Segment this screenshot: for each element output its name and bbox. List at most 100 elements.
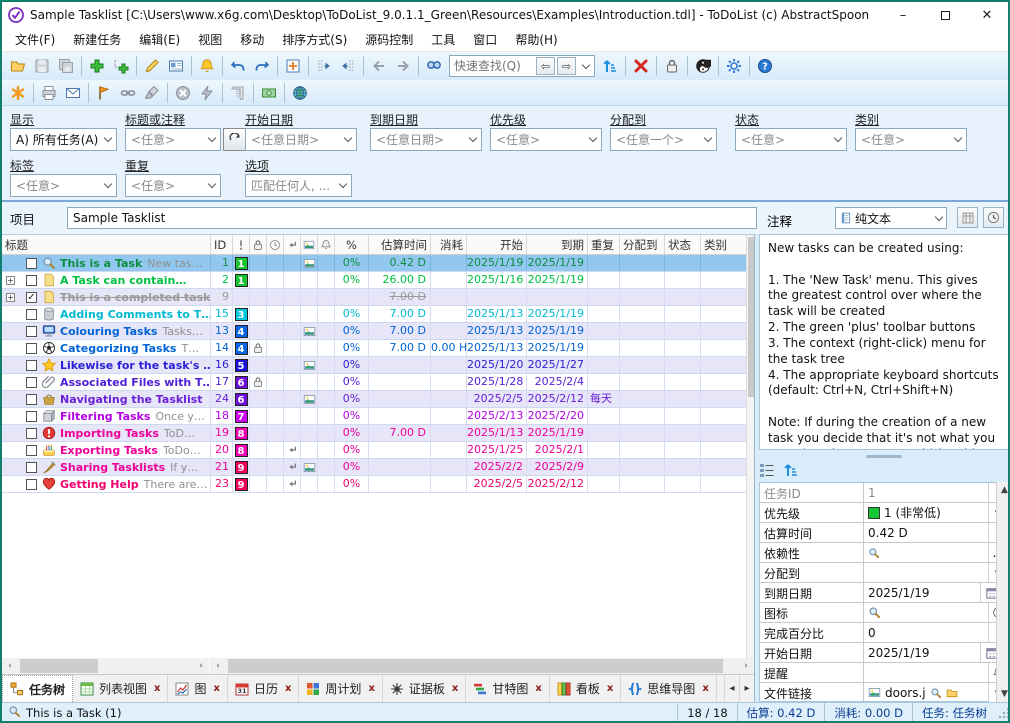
- tab-scroll-right-button[interactable]: ▸: [739, 675, 754, 702]
- task-row[interactable]: Getting HelpThere are…2390%2025/2/52025/…: [2, 476, 754, 493]
- attribute-value[interactable]: 2025/1/19: [864, 583, 980, 602]
- menu-item-2[interactable]: 编辑(E): [130, 28, 189, 51]
- attribute-value[interactable]: [864, 603, 988, 622]
- column-header-id[interactable]: ID: [211, 235, 233, 254]
- scroll-icon[interactable]: [226, 82, 250, 104]
- quickfind-prev-button[interactable]: ⇦: [536, 57, 555, 75]
- save-all-icon[interactable]: [54, 55, 78, 77]
- column-header-title[interactable]: 标题: [2, 235, 211, 254]
- task-checkbox[interactable]: [26, 275, 37, 286]
- menu-item-0[interactable]: 文件(F): [6, 28, 64, 51]
- attribute-value[interactable]: [864, 663, 988, 682]
- task-row[interactable]: This is a TaskNew tas…110%0.42 D2025/1/1…: [2, 255, 754, 272]
- menu-item-5[interactable]: 排序方式(S): [273, 28, 356, 51]
- column-header-start[interactable]: 开始: [467, 235, 527, 254]
- task-row[interactable]: Exporting TasksToDo…2080%2025/1/252025/2…: [2, 442, 754, 459]
- table-vertical-scrollbar[interactable]: [746, 235, 754, 658]
- task-checkbox[interactable]: [26, 258, 37, 269]
- task-row[interactable]: Categorizing TasksT…1440%7.00 D0.00 H202…: [2, 340, 754, 357]
- view-tab-列表视图[interactable]: 列表视图x: [73, 675, 168, 702]
- task-attributes-icon[interactable]: [164, 55, 188, 77]
- task-row[interactable]: Adding Comments to T…1530%7.00 D2025/1/1…: [2, 306, 754, 323]
- menu-item-8[interactable]: 窗口: [464, 28, 506, 51]
- attribute-value[interactable]: 1 (非常低): [864, 503, 988, 522]
- save-icon[interactable]: [30, 55, 54, 77]
- column-header-clock-icon[interactable]: [267, 235, 284, 254]
- tab-scroll-left-button[interactable]: ◂: [724, 675, 739, 702]
- view-tab-甘特图[interactable]: 甘特图x: [466, 675, 549, 702]
- attribute-value[interactable]: [864, 543, 988, 562]
- tree-expand-icon[interactable]: +: [6, 293, 15, 302]
- view-tab-周计划[interactable]: 周计划x: [299, 675, 382, 702]
- reminder-icon[interactable]: [195, 55, 219, 77]
- task-checkbox[interactable]: [26, 309, 37, 320]
- task-checkbox[interactable]: [26, 479, 37, 490]
- project-input[interactable]: Sample Tasklist: [67, 207, 757, 229]
- column-header-estimate[interactable]: 估算时间: [369, 235, 431, 254]
- resize-grip[interactable]: [998, 707, 1010, 719]
- filter-combo-分配到[interactable]: <任意一个>: [610, 128, 717, 151]
- preferences-icon[interactable]: [722, 55, 746, 77]
- quickfind-dropdown-button[interactable]: [578, 65, 594, 68]
- task-checkbox[interactable]: [26, 428, 37, 439]
- link-icon[interactable]: [116, 82, 140, 104]
- menu-item-9[interactable]: 帮助(H): [506, 28, 566, 51]
- view-tab-图[interactable]: 图x: [168, 675, 227, 702]
- task-row[interactable]: +A Task can contain…210%26.00 D2025/1/16…: [2, 272, 754, 289]
- tab-close-icon[interactable]: x: [702, 683, 708, 694]
- view-tab-思维导图[interactable]: 思维导图x: [621, 675, 716, 702]
- email-icon[interactable]: [61, 82, 85, 104]
- quickfind-next-button[interactable]: ⇨: [557, 57, 576, 75]
- open-file-icon[interactable]: [6, 55, 30, 77]
- filter-combo-显示[interactable]: A) 所有任务(A): [10, 128, 117, 151]
- tab-close-icon[interactable]: x: [535, 683, 541, 694]
- task-row[interactable]: Filtering TasksOnce y…1870%2025/2/132025…: [2, 408, 754, 425]
- menu-item-4[interactable]: 移动: [231, 28, 273, 51]
- filter-refresh-button[interactable]: [223, 128, 246, 151]
- delete-task-icon[interactable]: [629, 55, 653, 77]
- group-attributes-icon[interactable]: [759, 462, 775, 482]
- view-tab-看板[interactable]: 看板x: [550, 675, 621, 702]
- task-checkbox[interactable]: [26, 326, 37, 337]
- tree-expand-icon[interactable]: +: [6, 276, 15, 285]
- attribute-value[interactable]: 1: [864, 483, 988, 502]
- theme-icon[interactable]: [691, 55, 715, 77]
- task-row[interactable]: +✓This is a completed task97.00 D: [2, 289, 754, 306]
- column-header-bell-icon[interactable]: [318, 235, 335, 254]
- tab-close-icon[interactable]: x: [285, 683, 291, 694]
- task-comments-text[interactable]: New tasks can be created using: 1. The '…: [759, 234, 1009, 450]
- column-header-lock-icon[interactable]: [250, 235, 267, 254]
- task-row[interactable]: Navigating the Tasklist2460%2025/2/52025…: [2, 391, 754, 408]
- outdent-icon[interactable]: [336, 55, 360, 77]
- column-header-priority-icon[interactable]: [233, 235, 250, 254]
- help-icon[interactable]: ?: [753, 55, 777, 77]
- column-header-assigned[interactable]: 分配到: [620, 235, 665, 254]
- filter-combo-标题或注释[interactable]: <任意>: [125, 128, 221, 151]
- view-tab-任务树[interactable]: 任务树: [2, 675, 73, 702]
- filter-combo-优先级[interactable]: <任意>: [490, 128, 602, 151]
- task-row[interactable]: Sharing TasklistsIf y…2190%2025/2/22025/…: [2, 459, 754, 476]
- view-tab-证据板[interactable]: 证据板x: [383, 675, 466, 702]
- filter-combo-类别[interactable]: <任意>: [855, 128, 967, 151]
- task-checkbox[interactable]: ✓: [26, 292, 37, 303]
- column-header-due[interactable]: 到期: [527, 235, 588, 254]
- menu-item-7[interactable]: 工具: [422, 28, 464, 51]
- cleanup-icon[interactable]: [140, 82, 164, 104]
- filter-combo-开始日期[interactable]: <任意日期>: [245, 128, 357, 151]
- attribute-value[interactable]: 2025/1/19: [864, 643, 980, 662]
- attribute-value[interactable]: [864, 563, 988, 582]
- lock-icon[interactable]: [660, 55, 684, 77]
- maximize-tasklist-icon[interactable]: [281, 55, 305, 77]
- column-header-filelink-icon[interactable]: [301, 235, 318, 254]
- forward-icon[interactable]: [391, 55, 415, 77]
- view-tab-日历[interactable]: 31日历x: [228, 675, 299, 702]
- column-header-recurrence-icon[interactable]: [284, 235, 301, 254]
- task-row[interactable]: Importing TasksToD…1980%7.00 D2025/1/132…: [2, 425, 754, 442]
- column-header-category[interactable]: 类别: [701, 235, 743, 254]
- task-row[interactable]: Colouring TasksTasks…1340%7.00 D2025/1/1…: [2, 323, 754, 340]
- cancel-icon[interactable]: [171, 82, 195, 104]
- task-checkbox[interactable]: [26, 377, 37, 388]
- column-header-percent[interactable]: %: [335, 235, 369, 254]
- sort-ascending-icon[interactable]: [783, 462, 799, 482]
- quickfind-input[interactable]: [450, 57, 536, 75]
